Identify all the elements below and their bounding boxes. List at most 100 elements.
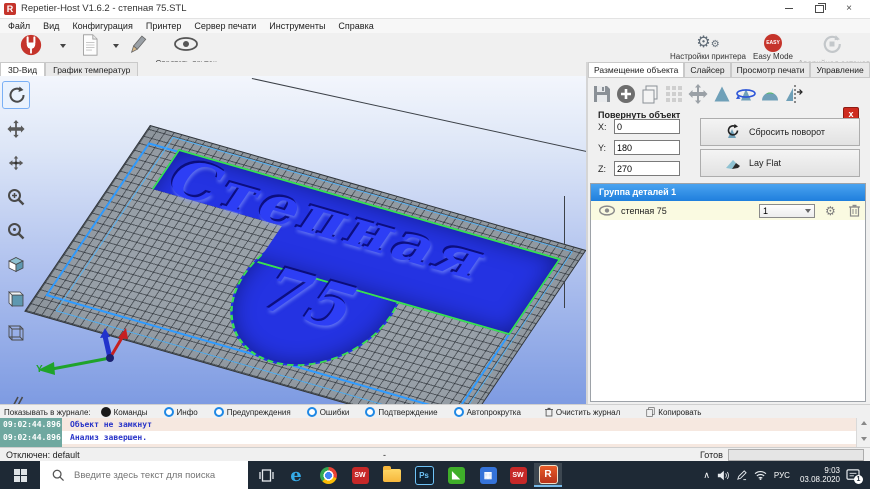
copy-object-button[interactable] (638, 82, 662, 106)
taskbar-app-kompas[interactable]: ◣ (442, 463, 470, 487)
move-object-button[interactable] (2, 149, 30, 177)
parallel-projection-button[interactable] (2, 389, 30, 404)
minimize-icon (785, 8, 793, 9)
action-center-button[interactable]: 1 (846, 469, 860, 481)
taskbar-app-calculator[interactable]: ▦ (474, 463, 502, 487)
rotate-z-input[interactable] (614, 161, 680, 176)
save-button[interactable] (590, 82, 614, 106)
viewport-3d[interactable]: Степная 75 Y (0, 76, 586, 404)
lay-flat-icon (725, 155, 741, 171)
scroll-up-icon[interactable] (861, 421, 867, 425)
language-indicator[interactable]: РУС (774, 471, 790, 480)
log-toggle-autoscroll[interactable]: Автопрокрутка (454, 407, 521, 417)
printer-settings-button[interactable]: ⚙⚙ Настройки принтера (668, 34, 748, 61)
log-toggle-info[interactable]: Инфо (164, 407, 198, 417)
copy-icon (640, 84, 660, 104)
log-timestamp: 09:02:44.896 (0, 431, 62, 444)
tab-slicer[interactable]: Слайсер (684, 62, 730, 77)
tab-3d-view[interactable]: 3D-Вид (0, 62, 45, 76)
taskbar-app-solidworks2[interactable]: SW (504, 463, 532, 487)
taskbar-clock[interactable]: 9:03 03.08.2020 (800, 466, 840, 484)
taskbar-app-repetier-active[interactable]: R (534, 463, 562, 487)
part-settings-button[interactable]: ⚙ (825, 205, 836, 217)
object-toolbar (590, 81, 868, 107)
front-view-button[interactable] (2, 285, 30, 313)
chevron-down-icon (805, 209, 811, 213)
taskbar-app-explorer[interactable] (378, 463, 406, 487)
isometric-view-button[interactable] (2, 251, 30, 279)
trash-icon (849, 204, 860, 217)
easy-mode-button[interactable]: EASY Easy Mode (750, 34, 796, 61)
add-object-button[interactable] (614, 82, 638, 106)
copy-log-button[interactable]: Копировать (646, 407, 701, 417)
zoom-fit-button[interactable] (2, 217, 30, 245)
search-input[interactable] (72, 469, 246, 482)
rotate-y-input[interactable] (614, 140, 680, 155)
photoshop-icon: Ps (415, 466, 434, 485)
windows-logo-icon (14, 469, 27, 482)
parts-list: Группа деталей 1 степная 75 1 ⚙ (590, 183, 866, 402)
minimize-button[interactable] (776, 0, 802, 17)
taskbar-app-chrome[interactable] (314, 463, 342, 487)
task-view-button[interactable] (252, 463, 280, 487)
rotate-view-button[interactable] (2, 81, 30, 109)
reset-rotation-button[interactable]: Сбросить поворот (700, 118, 860, 146)
menu-help[interactable]: Справка (338, 21, 373, 31)
menu-printer[interactable]: Принтер (146, 21, 182, 31)
menu-tools[interactable]: Инструменты (269, 21, 325, 31)
group-header[interactable]: Группа деталей 1 (591, 184, 865, 201)
task-view-icon (259, 469, 274, 482)
part-visibility-eye-icon[interactable] (599, 205, 615, 216)
scale-triangle-icon (712, 84, 732, 104)
taskbar-app-photoshop[interactable]: Ps (410, 463, 438, 487)
menu-view[interactable]: Вид (43, 21, 59, 31)
wireframe-view-button[interactable] (2, 319, 30, 347)
trash-icon (545, 407, 553, 417)
part-delete-button[interactable] (849, 204, 860, 217)
taskbar-app-edge[interactable]: e (282, 463, 310, 487)
lay-flat-button[interactable] (758, 82, 782, 106)
taskbar-search[interactable] (40, 461, 248, 489)
log-row: 09:02:44.896 Объект не замкнут (0, 418, 856, 431)
menu-print-server[interactable]: Сервер печати (194, 21, 256, 31)
scroll-down-icon[interactable] (861, 437, 867, 441)
grid-icon (664, 84, 684, 104)
tab-object-placement[interactable]: Размещение объекта (588, 62, 684, 77)
log-toggle-errors[interactable]: Ошибки (307, 407, 350, 417)
tab-temp-graph[interactable]: График температур (45, 62, 138, 76)
log-scrollbar[interactable] (856, 418, 870, 447)
menu-config[interactable]: Конфигурация (72, 21, 132, 31)
close-button[interactable]: × (836, 0, 862, 17)
main-toolbar: Подсоединить Загрузить Журнал Спрятать п… (0, 33, 870, 63)
rotate-object-button[interactable] (734, 82, 758, 106)
log-toggle-warnings[interactable]: Предупреждения (214, 407, 291, 417)
log-toggle-commands[interactable]: Команды (101, 407, 148, 417)
zoom-in-button[interactable] (2, 183, 30, 211)
autoposition-button[interactable] (662, 82, 686, 106)
plus-circle-icon (616, 84, 636, 104)
tab-manual-control[interactable]: Управление (810, 62, 869, 77)
repetier-host-window: R Repetier-Host V1.6.2 - степная 75.STL … (0, 0, 870, 489)
menu-file[interactable]: Файл (8, 21, 30, 31)
volume-icon[interactable] (717, 470, 729, 481)
tab-print-preview[interactable]: Просмотр печати (731, 62, 811, 77)
center-object-button[interactable] (686, 82, 710, 106)
wifi-icon[interactable] (754, 470, 767, 480)
start-button[interactable] (0, 461, 40, 489)
tray-expand-icon[interactable]: ∧ (703, 470, 710, 481)
lay-flat-panel-button[interactable]: Lay Flat (700, 149, 860, 177)
clear-log-button[interactable]: Очистить журнал (545, 407, 620, 417)
move-view-button[interactable] (2, 115, 30, 143)
part-count-select[interactable]: 1 (759, 204, 815, 218)
mirror-object-button[interactable] (782, 82, 806, 106)
printer-state: Готов (700, 450, 723, 460)
pen-icon[interactable] (736, 470, 747, 481)
scale-object-button[interactable] (710, 82, 734, 106)
taskbar-app-solidworks[interactable]: SW (346, 463, 374, 487)
repetier-icon: R (539, 465, 558, 484)
rotate-x-input[interactable] (614, 119, 680, 134)
progress-bar (728, 449, 864, 461)
part-row[interactable]: степная 75 1 ⚙ (591, 201, 865, 220)
maximize-button[interactable] (806, 0, 832, 17)
log-toggle-ack[interactable]: Подтверждение (365, 407, 437, 417)
